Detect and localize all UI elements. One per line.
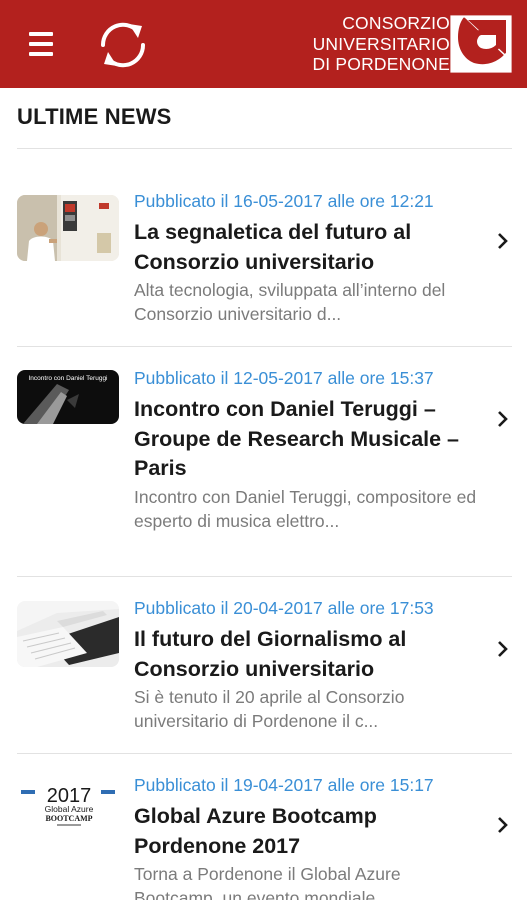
news-title: Incontro con Daniel Teruggi – Groupe de …	[134, 397, 460, 480]
news-date: Pubblicato il 12-05-2017 alle ore 15:37	[134, 368, 434, 388]
news-excerpt: Si è tenuto il 20 aprile al Consorzio un…	[134, 687, 405, 731]
news-excerpt: Alta tecnologia, sviluppata all’interno …	[134, 280, 446, 324]
chevron-right-icon	[498, 817, 508, 833]
news-excerpt: Incontro con Daniel Teruggi, compositore…	[134, 486, 477, 531]
app-screen: CONSORZIO UNIVERSITARIO DI PORDENONE ULT…	[0, 0, 527, 900]
top-app-bar: CONSORZIO UNIVERSITARIO DI PORDENONE	[0, 0, 527, 88]
logo-mark-icon	[450, 15, 512, 73]
menu-button[interactable]	[14, 22, 66, 66]
news-thumbnail: Incontro con Daniel Teruggi	[17, 370, 119, 424]
news-thumbnail	[17, 195, 119, 261]
news-text: Pubblicato il 19-04-2017 alle ore 15:17 …	[134, 773, 486, 900]
consorzio-logo: CONSORZIO UNIVERSITARIO DI PORDENONE	[300, 10, 515, 76]
news-excerpt: Torna a Pordenone il Global Azure Bootca…	[134, 864, 401, 900]
thumbnail-line-1: Global Azure	[45, 804, 94, 814]
news-title: Global Azure Bootcamp Pordenone 2017	[134, 804, 377, 858]
news-text: Pubblicato il 20-04-2017 alle ore 17:53 …	[134, 596, 486, 733]
logo-text: CONSORZIO UNIVERSITARIO DI PORDENONE	[300, 13, 450, 75]
section-title: ULTIME NEWS	[17, 104, 172, 129]
news-item[interactable]: Pubblicato il 20-04-2017 alle ore 17:53 …	[0, 577, 527, 754]
chevron-right-icon	[498, 411, 508, 427]
news-item[interactable]: 2017 Global Azure BOOTCAMP Pubblicato il…	[0, 754, 527, 900]
news-item[interactable]: Incontro con Daniel Teruggi Pubblicato i…	[0, 347, 527, 577]
refresh-icon	[100, 22, 146, 68]
news-item[interactable]: Pubblicato il 16-05-2017 alle ore 12:21 …	[0, 149, 527, 347]
news-text: Pubblicato il 12-05-2017 alle ore 15:37 …	[134, 366, 486, 533]
chevron-right-icon	[498, 233, 508, 249]
news-title: La segnaletica del futuro al Consorzio u…	[134, 220, 412, 274]
thumbnail-line-2: BOOTCAMP	[45, 814, 92, 823]
news-date: Pubblicato il 16-05-2017 alle ore 12:21	[134, 191, 434, 211]
news-thumbnail: 2017 Global Azure BOOTCAMP	[17, 780, 119, 832]
refresh-button[interactable]	[92, 14, 154, 76]
news-date: Pubblicato il 20-04-2017 alle ore 17:53	[134, 598, 434, 618]
news-title: Il futuro del Giornalismo al Consorzio u…	[134, 627, 407, 681]
logo-line-3: DI PORDENONE	[312, 54, 450, 74]
logo-line-1: CONSORZIO	[342, 13, 450, 33]
thumbnail-caption: Incontro con Daniel Teruggi	[28, 375, 107, 382]
logo-line-2: UNIVERSITARIO	[312, 33, 450, 54]
news-thumbnail	[17, 601, 119, 667]
news-text: Pubblicato il 16-05-2017 alle ore 12:21 …	[134, 189, 486, 326]
news-date: Pubblicato il 19-04-2017 alle ore 15:17	[134, 775, 434, 795]
chevron-right-icon	[498, 641, 508, 657]
